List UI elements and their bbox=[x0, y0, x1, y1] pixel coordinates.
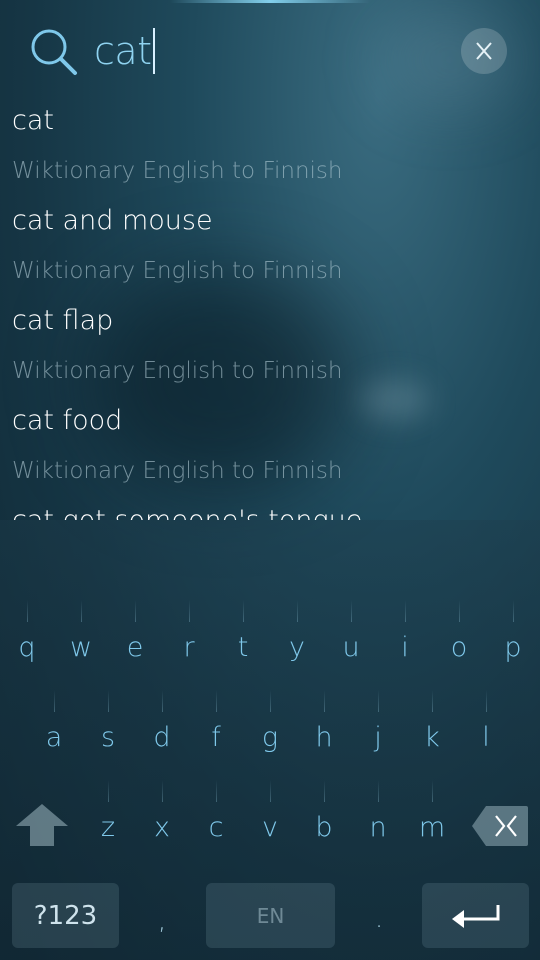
list-item[interactable]: cat food Wiktionary English to Finnish bbox=[0, 400, 540, 500]
key-a[interactable]: a bbox=[27, 722, 81, 760]
result-source: Wiktionary English to Finnish bbox=[12, 458, 343, 484]
keyboard-row-2: asdfghjkl bbox=[0, 690, 540, 760]
result-word: cat bbox=[12, 105, 54, 136]
key-separator bbox=[27, 600, 28, 622]
key-separator bbox=[108, 780, 109, 802]
list-item[interactable]: cat Wiktionary English to Finnish bbox=[0, 100, 540, 200]
key-separator bbox=[135, 600, 136, 622]
key-z[interactable]: z bbox=[81, 812, 135, 850]
space-key[interactable]: EN bbox=[206, 883, 335, 948]
enter-arrow-icon bbox=[451, 904, 499, 928]
key-d[interactable]: d bbox=[135, 722, 189, 760]
key-separator bbox=[513, 600, 514, 622]
list-item[interactable]: cat and mouse Wiktionary English to Finn… bbox=[0, 200, 540, 300]
clear-icon bbox=[476, 42, 492, 60]
backspace-icon bbox=[472, 806, 528, 846]
key-c[interactable]: c bbox=[189, 812, 243, 850]
result-word: cat and mouse bbox=[12, 205, 213, 236]
key-separator bbox=[432, 690, 433, 712]
period-key[interactable]: . bbox=[352, 903, 406, 953]
key-b[interactable]: b bbox=[297, 812, 351, 850]
key-r[interactable]: r bbox=[162, 632, 216, 670]
list-item[interactable]: cat flap Wiktionary English to Finnish bbox=[0, 300, 540, 400]
key-separator bbox=[189, 600, 190, 622]
key-j[interactable]: j bbox=[351, 722, 405, 760]
key-separator bbox=[243, 600, 244, 622]
key-x[interactable]: x bbox=[135, 812, 189, 850]
key-separator bbox=[54, 690, 55, 712]
space-key-label: EN bbox=[256, 903, 285, 928]
search-input[interactable]: cat bbox=[94, 26, 155, 76]
key-u[interactable]: u bbox=[324, 632, 378, 670]
key-v[interactable]: v bbox=[243, 812, 297, 850]
key-w[interactable]: w bbox=[54, 632, 108, 670]
key-l[interactable]: l bbox=[459, 722, 513, 760]
key-separator bbox=[270, 780, 271, 802]
keyboard-row-3: zxcvbnm bbox=[0, 780, 540, 850]
key-g[interactable]: g bbox=[243, 722, 297, 760]
key-i[interactable]: i bbox=[378, 632, 432, 670]
keyboard-row-1: qwertyuiop bbox=[0, 600, 540, 670]
key-separator bbox=[162, 780, 163, 802]
key-n[interactable]: n bbox=[351, 812, 405, 850]
key-separator bbox=[378, 690, 379, 712]
search-icon bbox=[31, 29, 77, 75]
key-separator bbox=[108, 690, 109, 712]
key-o[interactable]: o bbox=[432, 632, 486, 670]
key-separator bbox=[81, 600, 82, 622]
key-separator bbox=[162, 690, 163, 712]
results-list: cat Wiktionary English to Finnish cat an… bbox=[0, 100, 540, 520]
key-e[interactable]: e bbox=[108, 632, 162, 670]
key-separator bbox=[270, 690, 271, 712]
key-separator bbox=[486, 690, 487, 712]
key-separator bbox=[216, 780, 217, 802]
key-separator bbox=[432, 780, 433, 802]
result-word: cat food bbox=[12, 405, 123, 436]
backspace-key[interactable] bbox=[470, 804, 530, 848]
period-key-label: . bbox=[374, 903, 384, 934]
result-source: Wiktionary English to Finnish bbox=[12, 258, 343, 284]
key-t[interactable]: t bbox=[216, 632, 270, 670]
search-query: cat bbox=[94, 29, 152, 73]
key-q[interactable]: q bbox=[0, 632, 54, 670]
symbols-key-label: ?123 bbox=[33, 900, 98, 931]
key-k[interactable]: k bbox=[405, 722, 459, 760]
result-word: cat got someone's tongue bbox=[12, 500, 540, 520]
key-m[interactable]: m bbox=[405, 812, 459, 850]
key-separator bbox=[216, 690, 217, 712]
key-separator bbox=[351, 600, 352, 622]
virtual-keyboard: qwertyuiop asdfghjkl zxcvbnm ?123 , EN . bbox=[0, 520, 540, 960]
key-s[interactable]: s bbox=[81, 722, 135, 760]
key-y[interactable]: y bbox=[270, 632, 324, 670]
text-caret bbox=[152, 27, 155, 74]
key-p[interactable]: p bbox=[486, 632, 540, 670]
clear-search-button[interactable] bbox=[461, 28, 507, 74]
enter-key[interactable] bbox=[422, 883, 529, 948]
key-separator bbox=[297, 600, 298, 622]
key-separator bbox=[378, 780, 379, 802]
symbols-key[interactable]: ?123 bbox=[12, 883, 119, 948]
key-separator bbox=[405, 600, 406, 622]
search-bar: cat bbox=[0, 0, 540, 100]
result-word: cat flap bbox=[12, 305, 114, 336]
key-h[interactable]: h bbox=[297, 722, 351, 760]
key-f[interactable]: f bbox=[189, 722, 243, 760]
comma-key[interactable]: , bbox=[135, 905, 189, 955]
list-item[interactable]: cat got someone's tongue bbox=[0, 500, 540, 520]
key-separator bbox=[459, 600, 460, 622]
comma-key-label: , bbox=[157, 905, 167, 936]
key-separator bbox=[324, 780, 325, 802]
key-separator bbox=[324, 690, 325, 712]
shift-key[interactable] bbox=[14, 800, 70, 850]
shift-arrow-icon bbox=[16, 804, 68, 846]
result-source: Wiktionary English to Finnish bbox=[12, 358, 343, 384]
result-source: Wiktionary English to Finnish bbox=[12, 158, 343, 184]
